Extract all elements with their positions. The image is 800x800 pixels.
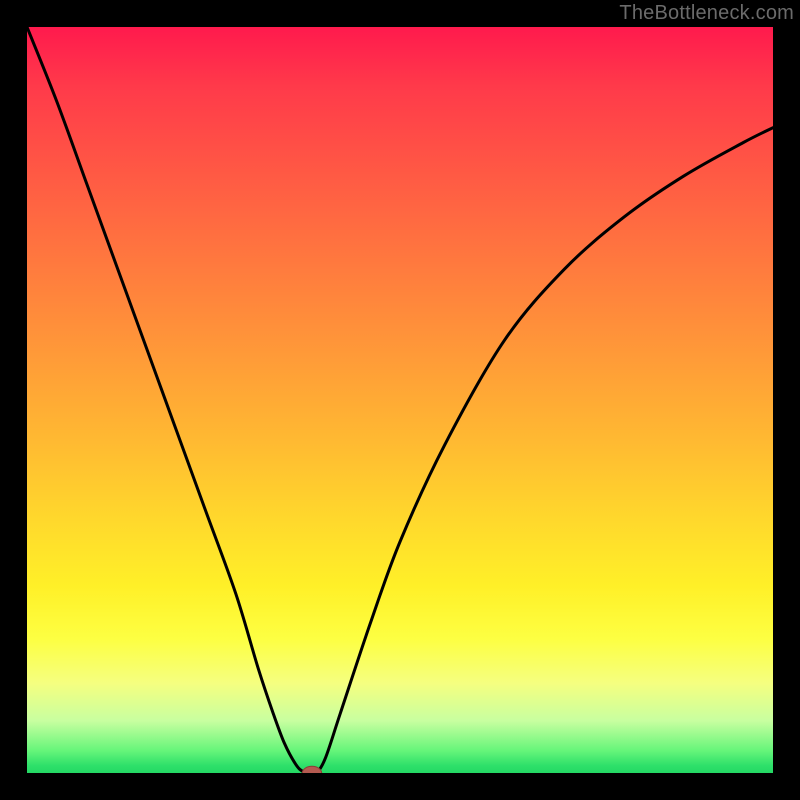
bottleneck-curve xyxy=(27,27,773,773)
chart-svg xyxy=(27,27,773,773)
optimum-marker xyxy=(302,766,321,773)
watermark-label: TheBottleneck.com xyxy=(619,2,794,25)
chart-plot-area xyxy=(27,27,773,773)
chart-frame: TheBottleneck.com xyxy=(0,0,800,800)
